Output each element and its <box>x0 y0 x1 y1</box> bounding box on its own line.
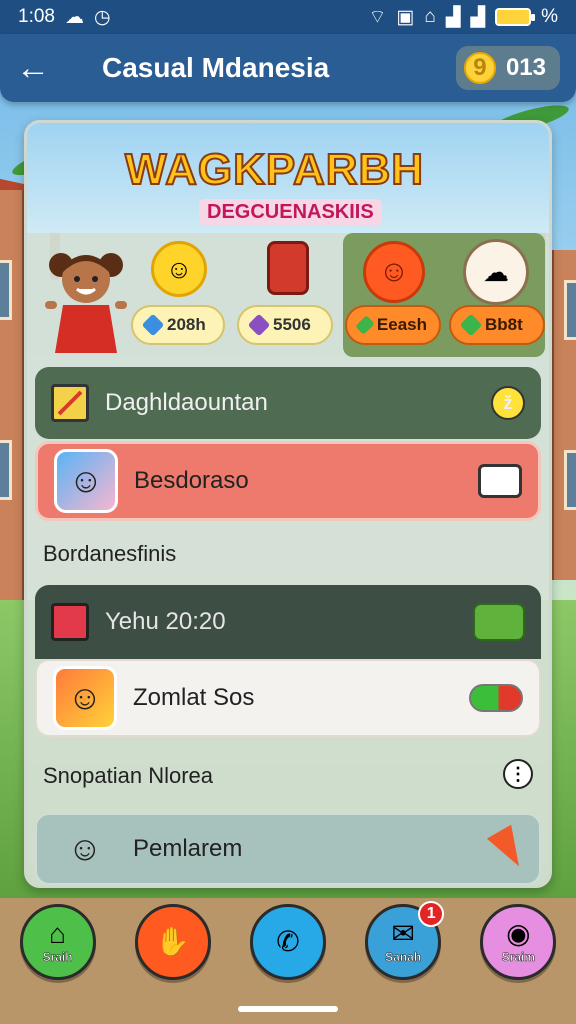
nav-profile-button[interactable]: ◉ Sraim <box>480 904 557 980</box>
battery-icon <box>495 8 536 26</box>
stat-value: Bb8t <box>485 315 523 334</box>
nav-label: Sanah <box>385 950 422 965</box>
girl-avatar-icon <box>45 253 127 353</box>
game-title: WAGKPARBH <box>124 144 425 195</box>
coin-counter[interactable]: 9 013 <box>455 46 560 90</box>
list-item-label: Zomlat Sos <box>133 684 255 711</box>
phone-icon: ✆ <box>276 926 300 957</box>
chat-icon: ✉ <box>391 918 415 949</box>
boy-avatar-icon: ☺ <box>54 449 118 513</box>
section-heading: Bordanesfinis <box>43 541 177 566</box>
coin-icon: 9 <box>463 52 496 84</box>
globe-icon: ◉ <box>506 918 531 949</box>
stat-pill-bonus[interactable]: Bb8t <box>449 305 545 345</box>
coin-count: 013 <box>505 54 546 81</box>
status-bar: 1:08 ☁ ◷ ⌔ ▣ ⌂ ▟ ▟ % <box>0 0 576 34</box>
round-badge-icon[interactable]: ž <box>491 386 525 420</box>
radio-icon <box>267 241 309 295</box>
signal-icon: ▟ <box>445 6 461 28</box>
status-bar-left: 1:08 ☁ ◷ <box>18 6 111 29</box>
stat-value: 5506 <box>273 315 311 334</box>
list-item-yehu[interactable]: Yehu 20:20 <box>35 585 541 659</box>
nav-chat-button[interactable]: ✉ Sanah 1 <box>365 901 445 980</box>
section-heading: Snopatian Nlorea <box>43 763 214 788</box>
sheep-icon: ☁ <box>463 239 529 305</box>
house-right <box>550 250 576 580</box>
house-window <box>0 440 12 500</box>
cloud-sync-icon: ☁ <box>64 6 84 28</box>
list-item-label: Daghldaountan <box>105 389 268 416</box>
nav-call-button[interactable]: ✆ <box>249 904 326 980</box>
hand-icon: ✋ <box>155 926 191 957</box>
house-window <box>0 260 12 320</box>
clover-icon <box>459 313 483 337</box>
stat-pill-energy[interactable]: Eeash <box>345 305 441 345</box>
toggle-switch[interactable] <box>469 684 523 712</box>
wifi-icon: ⌔ <box>368 7 387 28</box>
girl-avatar-icon: ☺ <box>67 829 103 868</box>
stat-pill-gems[interactable]: 208h <box>131 305 225 345</box>
house-window <box>564 280 576 340</box>
gem-icon <box>141 313 165 337</box>
nav-rewards-button[interactable]: ✋ <box>134 904 211 980</box>
game-subtitle: DEGCUENASKIIS <box>199 199 382 226</box>
stat-value: 208h <box>167 315 206 334</box>
signal-icon: ▟ <box>470 6 486 28</box>
list-item-zomlat-sos[interactable]: ☺ Zomlat Sos <box>35 659 541 737</box>
notification-badge: 1 <box>418 901 445 927</box>
list-item-daghldaountan[interactable]: Daghldaountan ž <box>35 367 541 439</box>
stat-value: Eeash <box>376 315 427 334</box>
list-item-label: Pemlarem <box>133 835 243 862</box>
boy-avatar-icon: ☺ <box>53 666 117 730</box>
list-item-label: Yehu 20:20 <box>105 608 226 635</box>
home-icon: ⌂ <box>49 918 67 949</box>
tv-icon[interactable] <box>471 457 529 505</box>
more-options-icon[interactable]: ⋮ <box>503 759 533 789</box>
battery-text: % <box>541 6 558 27</box>
sim-icon: ▣ <box>396 6 415 28</box>
sun-icon: ☺ <box>151 241 207 297</box>
back-arrow-icon[interactable]: ← <box>16 49 64 88</box>
lock-icon: ⌂ <box>424 6 436 27</box>
stats-panel: ☺ ☺ ☁ 208h 5506 Eeash Bb8t <box>27 233 549 357</box>
app-title: Casual Mdanesia <box>102 52 330 83</box>
app-bar: ← Casual Mdanesia 9 013 <box>0 34 576 102</box>
status-bar-right: ⌔ ▣ ⌂ ▟ ▟ % <box>369 5 558 29</box>
game-banner: WAGKPARBH DEGCUENASKIIS <box>27 123 549 233</box>
pencil-icon[interactable] <box>486 824 532 874</box>
home-indicator[interactable] <box>238 1006 338 1012</box>
nav-home-button[interactable]: ⌂ Sraih <box>19 904 96 980</box>
clock-icon: ◷ <box>93 6 111 28</box>
nav-label: Sraih <box>42 950 73 965</box>
house-left <box>0 190 26 610</box>
note-icon <box>51 384 89 422</box>
nav-label: Sraim <box>501 950 536 965</box>
status-time: 1:08 <box>18 6 55 27</box>
smiley-icon: ☺ <box>363 241 425 303</box>
house-window <box>564 450 576 510</box>
stop-icon <box>51 603 89 641</box>
stat-pill-items[interactable]: 5506 <box>237 305 333 345</box>
main-card: WAGKPARBH DEGCUENASKIIS ☺ ☺ ☁ 208h 5506 <box>24 120 552 888</box>
leaf-icon <box>355 315 375 335</box>
list-item-label: Besdoraso <box>134 467 249 494</box>
list-item-pemlarem[interactable]: ☺ Pemlarem <box>35 813 541 885</box>
gem-icon <box>247 313 271 337</box>
puzzle-icon[interactable] <box>473 603 525 641</box>
list-item-besdoraso[interactable]: ☺ Besdoraso <box>35 441 541 521</box>
